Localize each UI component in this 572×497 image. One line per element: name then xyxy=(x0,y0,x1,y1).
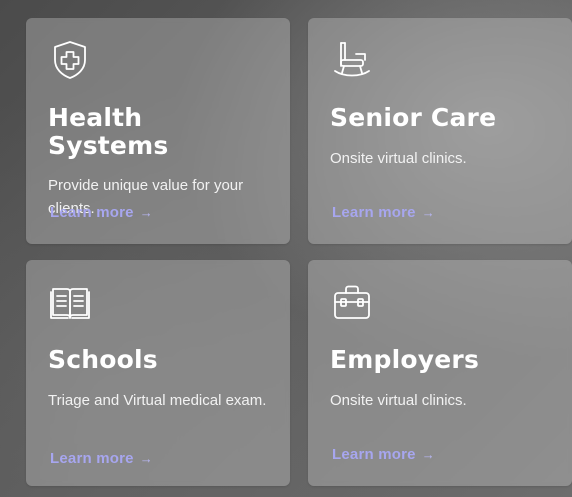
arrow-right-icon: → xyxy=(421,447,435,462)
arrow-right-icon: → xyxy=(139,205,153,220)
learn-more-label: Learn more xyxy=(50,450,134,467)
card-description: Onsite virtual clinics. xyxy=(330,391,467,409)
card-description: Triage and Virtual medical exam. xyxy=(48,391,267,409)
learn-more-label: Learn more xyxy=(332,446,416,463)
card-health-systems[interactable]: Health Systems Provide unique value for … xyxy=(26,18,290,244)
learn-more-label: Learn more xyxy=(332,204,416,221)
rocking-chair-icon xyxy=(332,40,372,80)
briefcase-icon xyxy=(332,282,372,322)
card-schools[interactable]: Schools Triage and Virtual medical exam.… xyxy=(26,260,290,486)
arrow-right-icon: → xyxy=(421,205,435,220)
learn-more-label: Learn more xyxy=(50,204,134,221)
card-title: Senior Care xyxy=(330,103,497,132)
card-employers[interactable]: Employers Onsite virtual clinics. Learn … xyxy=(308,260,572,486)
shield-cross-icon xyxy=(50,40,90,80)
learn-more-link[interactable]: Learn more → xyxy=(332,446,435,463)
learn-more-link[interactable]: Learn more → xyxy=(50,204,153,221)
card-description: Onsite virtual clinics. xyxy=(330,149,467,167)
card-title: Schools xyxy=(48,345,158,374)
arrow-right-icon: → xyxy=(139,451,153,466)
learn-more-link[interactable]: Learn more → xyxy=(332,204,435,221)
card-title: Health Systems xyxy=(48,103,169,160)
card-senior-care[interactable]: Senior Care Onsite virtual clinics. Lear… xyxy=(308,18,572,244)
learn-more-link[interactable]: Learn more → xyxy=(50,450,153,467)
card-title: Employers xyxy=(330,345,480,374)
solutions-grid: Health Systems Provide unique value for … xyxy=(26,18,572,488)
open-book-icon xyxy=(50,282,90,322)
